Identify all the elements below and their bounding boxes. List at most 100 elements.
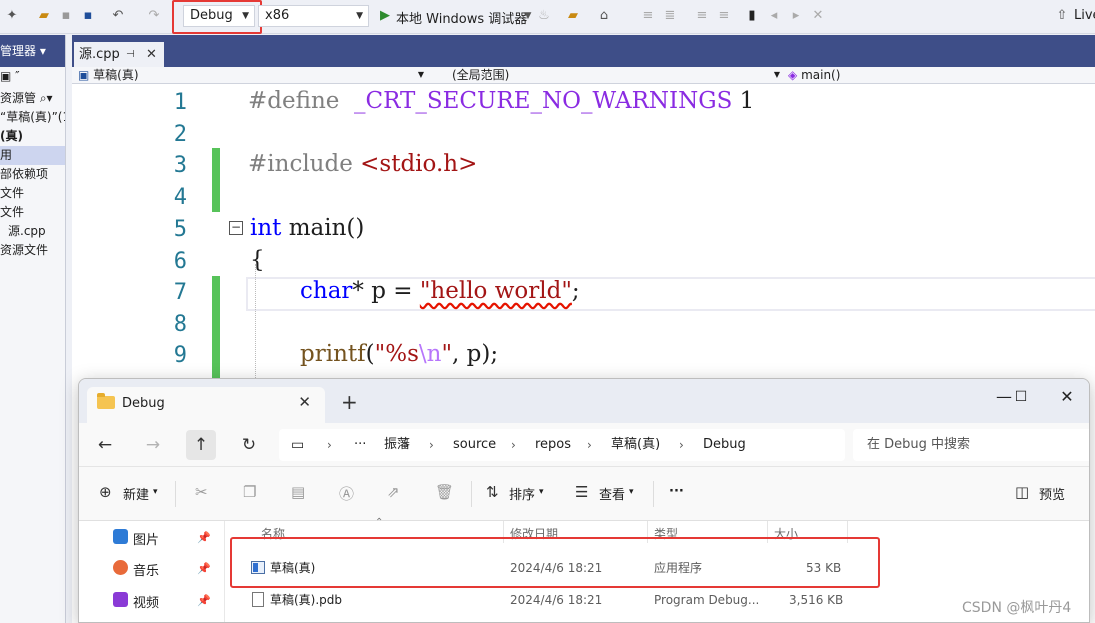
save-icon[interactable]: ▪	[58, 8, 74, 24]
tree-item-project[interactable]: (真)	[0, 127, 65, 146]
play-icon[interactable]: ▶	[377, 8, 393, 24]
line-number: 5	[173, 217, 187, 242]
tree-item-source-cpp[interactable]: 源.cpp	[0, 222, 65, 241]
outdent-icon[interactable]: ≡	[716, 8, 732, 24]
new-tab-icon[interactable]: +	[341, 390, 358, 414]
redo-icon[interactable]: ↷	[146, 8, 162, 24]
sidebar-item-music[interactable]: 音乐	[133, 560, 159, 579]
pin-icon[interactable]: ⊣	[126, 42, 135, 67]
overflow-crumbs[interactable]: ···	[354, 429, 366, 461]
pin-icon[interactable]: 📌	[197, 562, 211, 575]
chevron-down-icon[interactable]: ▾	[539, 487, 544, 497]
next-bookmark-icon[interactable]: ▸	[788, 8, 804, 24]
comment-icon[interactable]: ≡	[640, 8, 656, 24]
forward-arrow-icon[interactable]: →	[141, 433, 165, 457]
undo-icon[interactable]: ↶	[110, 8, 126, 24]
address-bar[interactable]: ▭ › ··· › 振藩 › source › repos › 草稿(真) › …	[279, 429, 845, 461]
tree-item-resource-files[interactable]: 资源文件	[0, 241, 65, 260]
chevron-right-icon[interactable]: ›	[429, 429, 434, 461]
tree-item-solution[interactable]: “草稿(真)”(1	[0, 108, 65, 127]
sidebar-item-pictures[interactable]: 图片	[133, 529, 159, 548]
view-button[interactable]: 查看	[599, 484, 625, 503]
prev-bookmark-icon[interactable]: ◂	[766, 8, 782, 24]
run-debugger-button[interactable]: 本地 Windows 调试器	[396, 8, 527, 27]
config-highlight-box	[172, 0, 262, 34]
new-icon[interactable]: ⊕	[99, 483, 112, 501]
change-indicator	[212, 276, 220, 386]
chevron-right-icon[interactable]: ›	[587, 429, 592, 461]
share-icon[interactable]: ⇗	[387, 483, 400, 501]
solution-explorer: 管理器 ▾ ▣ ″ 资源管 ⌕▾ “草稿(真)”(1 (真) 用 部依赖项 文件…	[0, 35, 66, 623]
member-dropdown[interactable]: ◈ main()	[788, 67, 1095, 83]
pdb-file-icon	[252, 592, 264, 607]
preview-button[interactable]: 预览	[1039, 484, 1065, 503]
breadcrumb-source[interactable]: source	[453, 429, 496, 461]
collapse-toggle[interactable]: −	[229, 221, 243, 235]
navigation-bar: ▣ 草稿(真) ▼ (全局范围) ▼ ◈ main()	[72, 67, 1095, 84]
command-bar: ⊕ 新建 ▾ ✂ ❐ ▤ Ⓐ ⇗ 🗑 ⇅ 排序 ▾ ☰ 查看 ▾ ··· ◫ 预…	[79, 467, 1089, 521]
tree-item-references[interactable]: 用	[0, 146, 65, 165]
save-all-icon[interactable]: ▪	[80, 8, 96, 24]
breadcrumb-repos[interactable]: repos	[535, 429, 571, 461]
chevron-right-icon[interactable]: ›	[327, 429, 332, 461]
search-input[interactable]: 在 Debug 中搜索	[853, 429, 1089, 461]
tree-item-external-deps[interactable]: 部依赖项	[0, 165, 65, 184]
paste-icon[interactable]: ▤	[291, 483, 305, 501]
rename-icon[interactable]: Ⓐ	[339, 483, 354, 504]
project-dropdown[interactable]: ▣ 草稿(真) ▼	[78, 67, 428, 83]
copy-icon[interactable]: ❐	[243, 483, 256, 501]
chevron-right-icon[interactable]: ›	[511, 429, 516, 461]
more-options-button[interactable]: ···	[669, 484, 684, 499]
maximize-icon[interactable]: ☐	[1006, 385, 1036, 409]
indent-guide	[255, 264, 256, 384]
document-tab-strip: 源.cpp ⊣ ✕	[72, 35, 1095, 67]
close-tab-icon[interactable]: ✕	[298, 393, 311, 411]
delete-icon[interactable]: 🗑	[435, 483, 454, 501]
computer-icon[interactable]: ▭	[291, 429, 304, 461]
scope-dropdown[interactable]: (全局范围) ▼	[442, 67, 784, 83]
chevron-down-icon[interactable]: ▼	[520, 8, 536, 24]
pin-icon[interactable]: 📌	[197, 594, 211, 607]
up-arrow-icon[interactable]: ↑	[186, 430, 216, 460]
indent-icon[interactable]: ≡	[694, 8, 710, 24]
cut-icon[interactable]: ✂	[195, 483, 208, 501]
clear-bookmarks-icon[interactable]: ✕	[810, 8, 826, 24]
preview-pane-icon[interactable]: ◫	[1015, 483, 1029, 501]
open-folder-icon[interactable]: ▰	[36, 8, 52, 24]
sort-ascending-icon: ⌃	[375, 517, 384, 528]
new-button[interactable]: 新建	[123, 484, 149, 503]
sort-button[interactable]: 排序	[509, 484, 535, 503]
address-bar-row: ← → ↑ ↻ ▭ › ··· › 振藩 › source › repos › …	[79, 423, 1089, 467]
tab-source-cpp[interactable]: 源.cpp ⊣ ✕	[74, 42, 164, 67]
live-share-icon[interactable]: ⇧	[1054, 8, 1070, 24]
file-row[interactable]: 草稿(真).pdb 2024/4/6 18:21 Program Debug..…	[229, 584, 1049, 616]
view-icon[interactable]: ☰	[575, 483, 588, 501]
code-line-9: printf("%s\n", p);	[300, 341, 499, 367]
sort-icon[interactable]: ⇅	[486, 483, 499, 501]
close-icon[interactable]: ✕	[146, 42, 157, 67]
solution-search[interactable]: 资源管 ⌕▾	[0, 89, 65, 108]
platform-dropdown[interactable]: x86 ▼	[258, 5, 369, 27]
folder-search-icon[interactable]: ▰	[565, 8, 581, 24]
tree-item-source-files[interactable]: 文件	[0, 203, 65, 222]
close-window-icon[interactable]: ✕	[1052, 385, 1082, 409]
tree-item-header-files[interactable]: 文件	[0, 184, 65, 203]
breadcrumb-debug[interactable]: Debug	[703, 429, 746, 461]
file-name: 草稿(真).pdb	[270, 593, 343, 607]
back-arrow-icon[interactable]: ←	[93, 433, 117, 457]
live-share-label[interactable]: Live	[1074, 8, 1095, 23]
breadcrumb-project[interactable]: 草稿(真)	[611, 429, 660, 461]
file-type: Program Debug...	[654, 593, 760, 607]
home-icon[interactable]: ⌂	[596, 8, 612, 24]
refresh-icon[interactable]: ↻	[237, 433, 261, 457]
pin-icon[interactable]: 📌	[197, 531, 211, 544]
uncomment-icon[interactable]: ≣	[662, 8, 678, 24]
bookmark-icon[interactable]: ▮	[744, 8, 760, 24]
explorer-tab-debug[interactable]: Debug ✕	[87, 387, 325, 423]
chevron-right-icon[interactable]: ›	[679, 429, 684, 461]
chevron-down-icon[interactable]: ▾	[629, 487, 634, 497]
new-item-icon[interactable]: ✦	[4, 8, 20, 24]
chevron-down-icon[interactable]: ▾	[153, 487, 158, 497]
breadcrumb-user[interactable]: 振藩	[384, 429, 410, 461]
sidebar-item-videos[interactable]: 视频	[133, 592, 159, 611]
